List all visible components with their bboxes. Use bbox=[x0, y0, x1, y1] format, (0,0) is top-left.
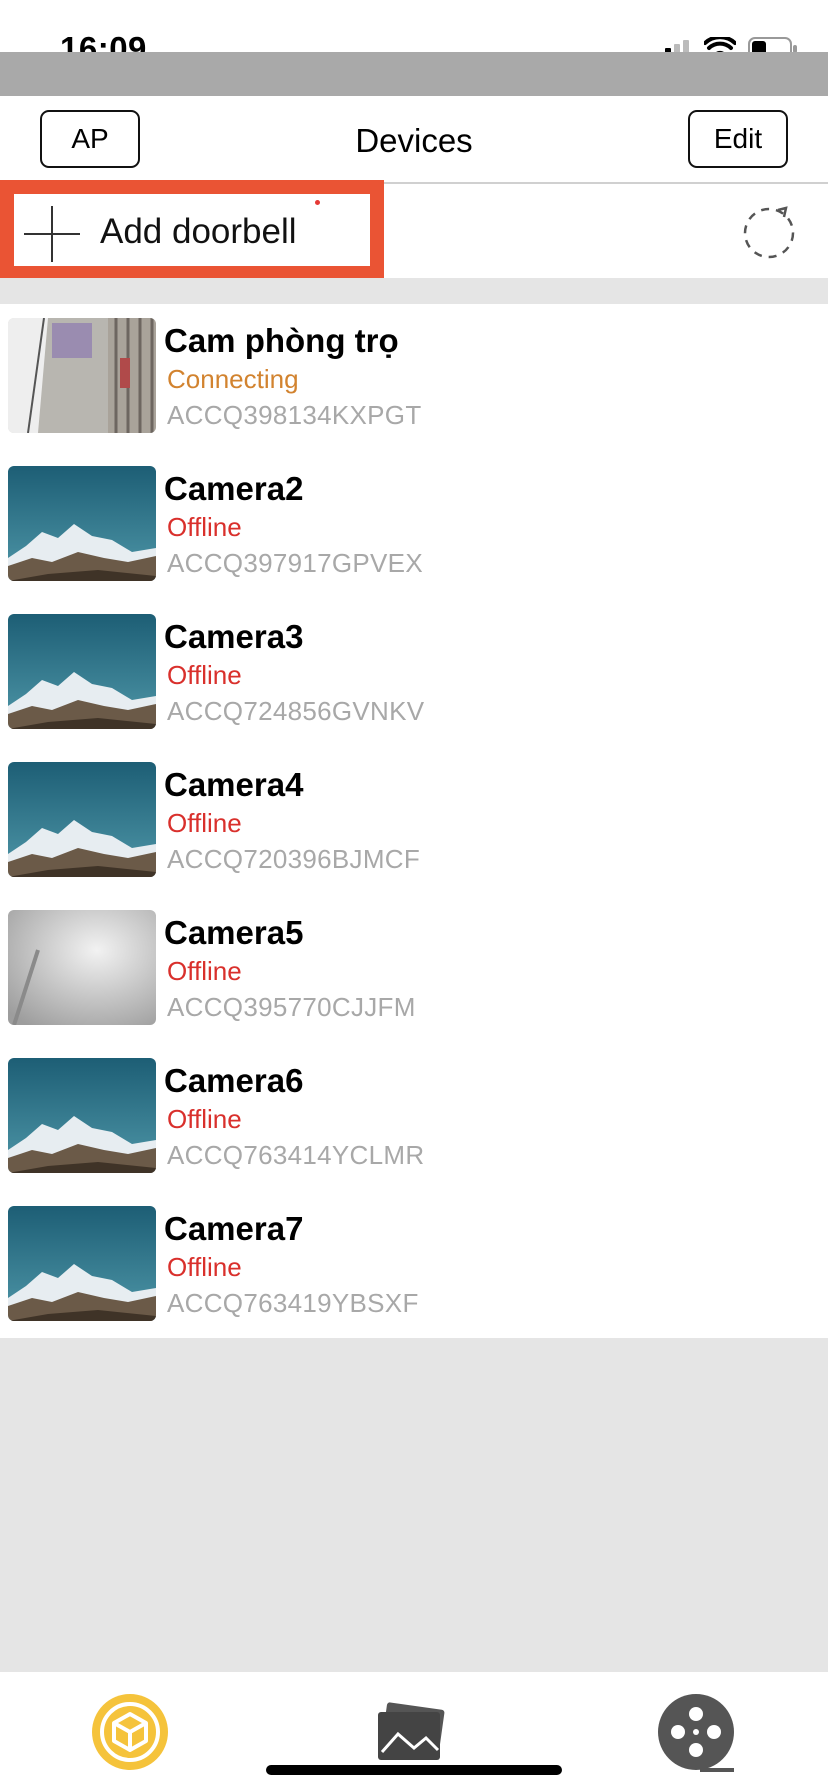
device-thumbnail bbox=[8, 1206, 156, 1321]
device-thumbnail bbox=[8, 466, 156, 581]
device-name: Camera5 bbox=[164, 914, 304, 951]
device-serial: ACCQ398134KXPGT bbox=[167, 400, 422, 430]
device-thumbnail bbox=[8, 614, 156, 729]
add-doorbell-row: Add doorbell bbox=[0, 180, 828, 280]
status-bar: 16:09 bbox=[0, 0, 828, 67]
device-row-camera2[interactable]: Camera2 Offline ACCQ397917GPVEX bbox=[0, 452, 828, 600]
device-row-camera7[interactable]: Camera7 Offline ACCQ763419YBSXF bbox=[0, 1192, 828, 1340]
device-row-camera4[interactable]: Camera4 Offline ACCQ720396BJMCF bbox=[0, 748, 828, 896]
device-status: Offline bbox=[167, 808, 242, 838]
empty-list-area bbox=[0, 1338, 828, 1672]
section-gap bbox=[0, 278, 828, 304]
device-row-camera6[interactable]: Camera6 Offline ACCQ763414YCLMR bbox=[0, 1044, 828, 1192]
device-serial: ACCQ763414YCLMR bbox=[167, 1140, 425, 1170]
device-name: Cam phòng trọ bbox=[164, 322, 399, 359]
device-row-camera3[interactable]: Camera3 Offline ACCQ724856GVNKV bbox=[0, 600, 828, 748]
device-name: Camera4 bbox=[164, 766, 304, 803]
device-serial: ACCQ395770CJJFM bbox=[167, 992, 416, 1022]
device-status: Offline bbox=[167, 512, 242, 542]
plus-icon[interactable] bbox=[24, 206, 80, 262]
device-thumbnail bbox=[8, 318, 156, 433]
device-thumbnail bbox=[8, 762, 156, 877]
gallery-tab-icon[interactable] bbox=[374, 1692, 454, 1772]
add-doorbell-label[interactable]: Add doorbell bbox=[100, 212, 297, 252]
device-thumbnail bbox=[8, 910, 156, 1025]
status-overlay-strip bbox=[0, 52, 828, 96]
notification-dot bbox=[315, 200, 320, 205]
device-status: Offline bbox=[167, 1252, 242, 1282]
device-status: Offline bbox=[167, 1104, 242, 1134]
device-name: Camera3 bbox=[164, 618, 304, 655]
device-row-cam-phong-tro[interactable]: Cam phòng trọ Connecting ACCQ398134KXPGT bbox=[0, 304, 828, 452]
navigation-bar: AP Devices Edit bbox=[0, 96, 828, 184]
device-serial: ACCQ397917GPVEX bbox=[167, 548, 423, 578]
device-status: Connecting bbox=[167, 364, 299, 394]
reel-tab-icon[interactable] bbox=[656, 1692, 736, 1772]
device-row-camera5[interactable]: Camera5 Offline ACCQ395770CJJFM bbox=[0, 896, 828, 1044]
device-name: Camera2 bbox=[164, 470, 304, 507]
device-serial: ACCQ724856GVNKV bbox=[167, 696, 425, 726]
device-name: Camera6 bbox=[164, 1062, 304, 1099]
edit-button[interactable]: Edit bbox=[688, 110, 788, 168]
device-serial: ACCQ763419YBSXF bbox=[167, 1288, 419, 1318]
device-list: Cam phòng trọ Connecting ACCQ398134KXPGT… bbox=[0, 304, 828, 1338]
home-indicator[interactable] bbox=[266, 1765, 562, 1775]
device-status: Offline bbox=[167, 660, 242, 690]
devices-tab-icon[interactable] bbox=[90, 1692, 170, 1772]
device-serial: ACCQ720396BJMCF bbox=[167, 844, 421, 874]
device-thumbnail bbox=[8, 1058, 156, 1173]
device-name: Camera7 bbox=[164, 1210, 304, 1247]
device-status: Offline bbox=[167, 956, 242, 986]
refresh-icon[interactable] bbox=[740, 204, 798, 262]
